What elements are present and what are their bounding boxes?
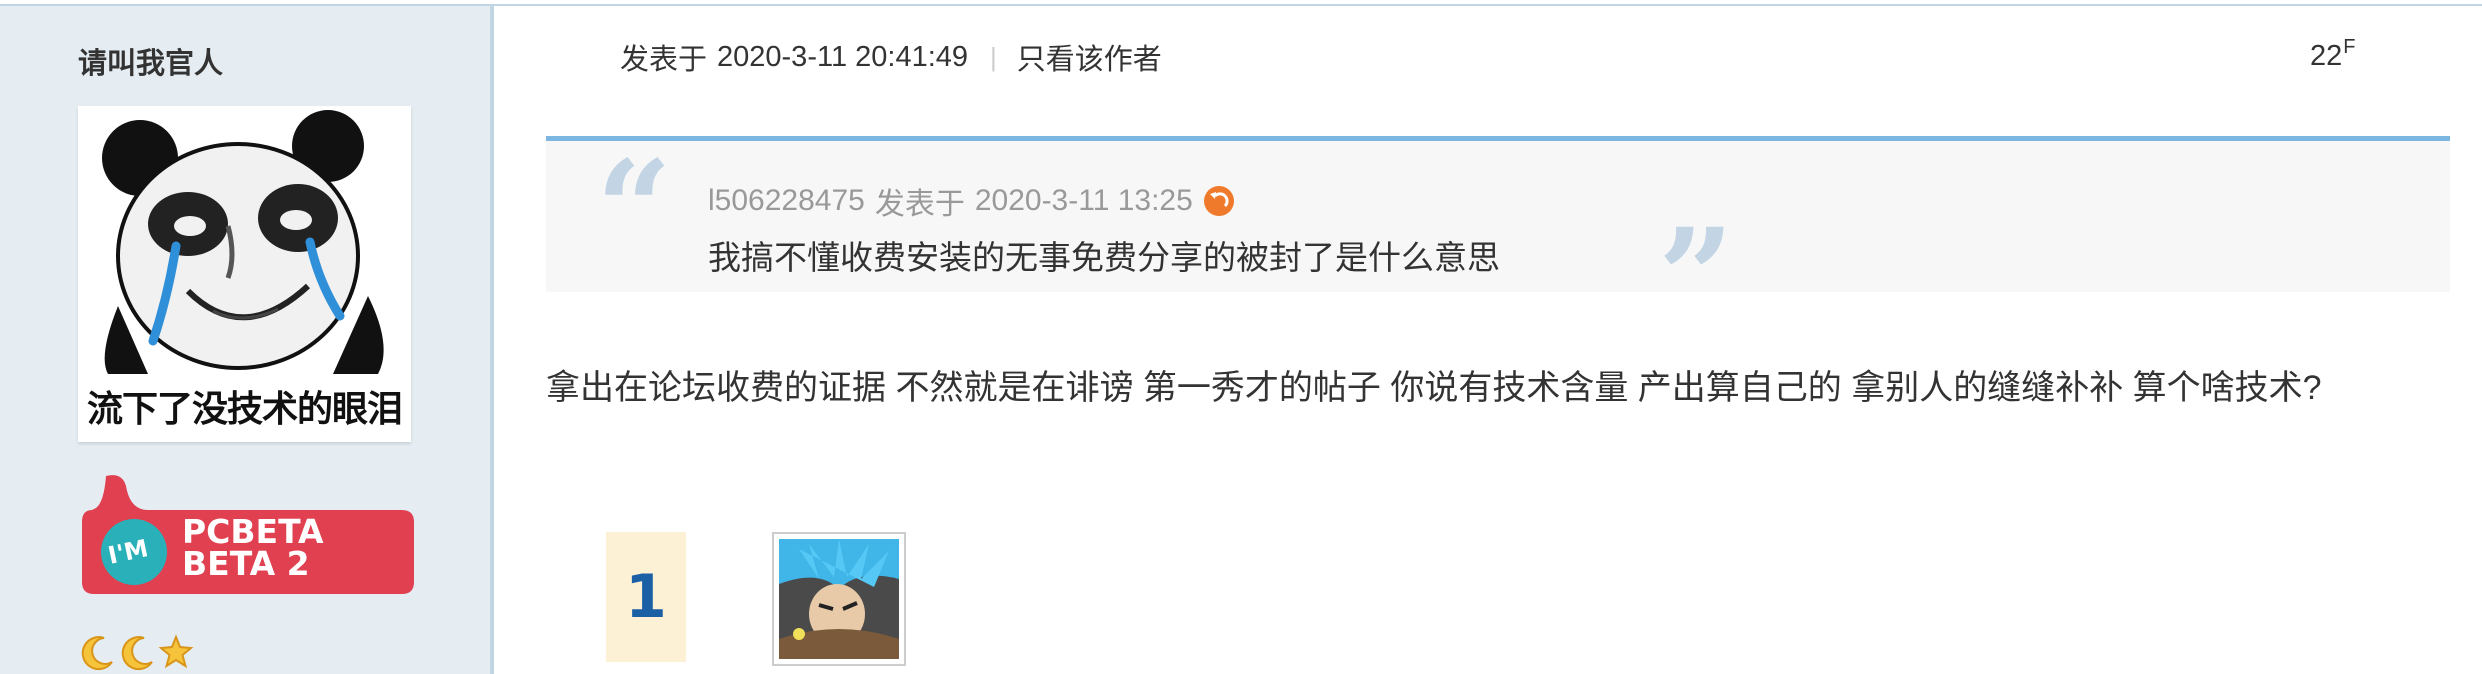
quote-block: “ l506228475 发表于 2020-3-11 13:25 我搞不懂收费安… — [546, 132, 2450, 344]
star-icon — [158, 634, 194, 674]
floor-number[interactable]: 22F — [2310, 36, 2355, 73]
moon-icon — [78, 634, 116, 674]
moon-icon — [118, 634, 156, 674]
badge-line2: BETA 2 — [182, 544, 310, 583]
badge-text: PCBETA BETA 2 — [182, 515, 324, 583]
posted-label: 发表于 — [620, 44, 708, 76]
floor-number-value: 22 — [2310, 40, 2343, 72]
author-avatar[interactable]: 流下了没技术的眼泪 — [78, 106, 411, 442]
quote-timestamp: 2020-3-11 13:25 — [974, 184, 1193, 217]
rater-avatar[interactable] — [772, 532, 906, 666]
post-body: 拿出在论坛收费的证据 不然就是在诽谤 第一秀才的帖子 你说有技术含量 产出算自己… — [546, 369, 2322, 407]
rank-icons[interactable] — [78, 634, 194, 674]
rater-avatar-image — [779, 539, 899, 659]
meta-separator: | — [990, 41, 997, 72]
floor-suffix: F — [2343, 36, 2356, 58]
quote-username: l506228475 — [708, 184, 865, 217]
avatar-caption: 流下了没技术的眼泪 — [86, 389, 403, 430]
quote-posted-label: 发表于 — [874, 188, 965, 221]
open-quote-icon: “ — [596, 132, 672, 287]
post-timestamp: 2020-3-11 20:41:49 — [717, 40, 969, 73]
pcbeta-badge[interactable]: I'M PCBETA BETA 2 — [78, 466, 418, 598]
only-author-link[interactable]: 只看该作者 — [1017, 36, 1162, 78]
rating-count[interactable]: 1 — [606, 532, 686, 662]
author-name[interactable]: 请叫我官人 — [78, 40, 223, 82]
close-quote-icon: ” — [1658, 200, 1734, 355]
quote-text: 我搞不懂收费安装的无事免费分享的被封了是什么意思 — [708, 239, 1500, 276]
author-sidebar: 请叫我官人 流下了没技术的眼泪 I'M PCBETA BETA 2 — [0, 6, 494, 674]
quote-header: l506228475 发表于 2020-3-11 13:25 — [708, 179, 1235, 223]
go-to-post-icon[interactable] — [1203, 185, 1235, 217]
post-meta: 发表于 2020-3-11 20:41:49 | 只看该作者 — [620, 36, 1162, 78]
